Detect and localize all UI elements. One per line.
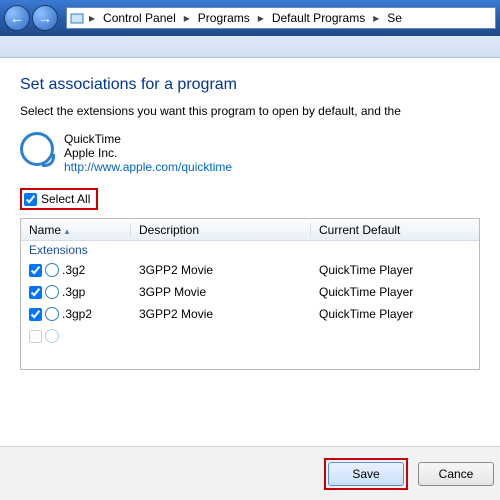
page-subtitle: Select the extensions you want this prog… [20,104,480,118]
group-header: Extensions [21,241,479,259]
dialog-footer: Save Cance [0,446,500,500]
select-all-checkbox[interactable] [24,193,37,206]
ext-desc: 3GPP Movie [131,285,311,299]
ext-desc: 3GPP2 Movie [131,307,311,321]
col-default[interactable]: Current Default [311,223,479,237]
ext-default: QuickTime Player [311,307,479,321]
forward-button[interactable]: → [32,5,58,31]
table-row[interactable]: .3gp2 3GPP2 Movie QuickTime Player [21,303,479,325]
filetype-icon [45,329,59,343]
ext-default: QuickTime Player [311,263,479,277]
sort-asc-icon: ▲ [63,227,71,236]
breadcrumb-item[interactable]: Control Panel [97,11,182,25]
location-icon [67,8,87,28]
column-headers: Name▲ Description Current Default [21,219,479,241]
cancel-button[interactable]: Cance [418,462,494,486]
select-all-label: Select All [41,192,90,206]
breadcrumb-item[interactable]: Programs [192,11,256,25]
save-button[interactable]: Save [328,462,404,486]
col-description[interactable]: Description [131,223,311,237]
select-all-highlight: Select All [20,188,98,210]
row-checkbox[interactable] [29,286,42,299]
ext-desc: 3GPP2 Movie [131,263,311,277]
ext-name: .3g2 [62,263,85,277]
chevron-right-icon: ▸ [87,11,97,25]
table-row[interactable]: .3gp 3GPP Movie QuickTime Player [21,281,479,303]
filetype-icon [45,285,59,299]
back-button[interactable]: ← [4,5,30,31]
chevron-right-icon: ▸ [256,11,266,25]
extensions-list: Name▲ Description Current Default Extens… [20,218,480,370]
table-row[interactable] [21,325,479,347]
chevron-right-icon: ▸ [371,11,381,25]
row-checkbox[interactable] [29,330,42,343]
ext-name: .3gp [62,285,85,299]
program-url[interactable]: http://www.apple.com/quicktime [64,160,232,174]
program-name: QuickTime [64,132,232,146]
breadcrumb-item[interactable]: Default Programs [266,11,371,25]
quicktime-icon [20,132,54,166]
table-row[interactable]: .3g2 3GPP2 Movie QuickTime Player [21,259,479,281]
page-title: Set associations for a program [20,76,480,94]
program-vendor: Apple Inc. [64,146,232,160]
row-checkbox[interactable] [29,264,42,277]
col-name[interactable]: Name▲ [21,223,131,237]
chevron-right-icon: ▸ [182,11,192,25]
row-checkbox[interactable] [29,308,42,321]
ext-default: QuickTime Player [311,285,479,299]
breadcrumb[interactable]: ▸ Control Panel ▸ Programs ▸ Default Pro… [66,7,496,29]
filetype-icon [45,307,59,321]
program-info: QuickTime Apple Inc. http://www.apple.co… [20,132,480,174]
toolbar-spacer [0,36,500,58]
ext-name: .3gp2 [62,307,92,321]
filetype-icon [45,263,59,277]
save-highlight: Save [324,458,408,490]
breadcrumb-item[interactable]: Se [381,11,408,25]
nav-bar: ← → ▸ Control Panel ▸ Programs ▸ Default… [0,0,500,36]
